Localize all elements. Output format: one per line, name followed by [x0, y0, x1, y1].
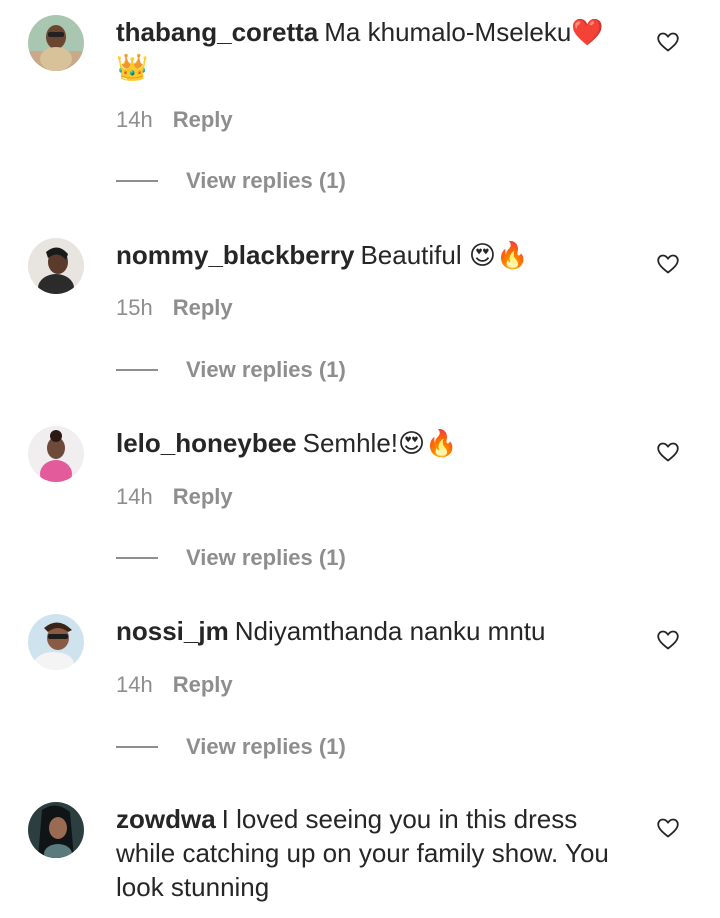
divider: [116, 369, 158, 371]
comment-text: lelo_honeybee Semhle!😍🔥: [116, 426, 636, 461]
reply-button[interactable]: Reply: [173, 484, 233, 509]
comment-message: Ndiyamthanda nanku mntu: [234, 616, 546, 646]
heart-emoji: ❤️: [571, 18, 604, 48]
avatar[interactable]: [28, 15, 84, 71]
view-replies-button[interactable]: View replies (1): [116, 734, 346, 760]
comment-body: lelo_honeybee Semhle!😍🔥: [116, 426, 636, 461]
comment-username[interactable]: nommy_blackberry: [116, 240, 354, 270]
comment-username[interactable]: nossi_jm: [116, 616, 229, 646]
heart-outline-icon[interactable]: [656, 628, 680, 652]
heart-eyes-fire-emoji: 😍🔥: [468, 241, 529, 271]
comment-text: nommy_blackberry Beautiful 😍🔥: [116, 238, 636, 273]
comment-body: nossi_jm Ndiyamthanda nanku mntu: [116, 614, 636, 648]
comment-username[interactable]: lelo_honeybee: [116, 428, 297, 458]
view-replies-button[interactable]: View replies (1): [116, 357, 346, 383]
reply-button[interactable]: Reply: [173, 107, 233, 132]
view-replies-label: View replies (1): [186, 357, 346, 382]
divider: [116, 746, 158, 748]
heart-outline-icon[interactable]: [656, 30, 680, 54]
view-replies-label: View replies (1): [186, 545, 346, 570]
comment-meta: 14h Reply: [116, 484, 233, 510]
comment-time: 14h: [116, 484, 153, 509]
reply-button[interactable]: Reply: [173, 295, 233, 320]
comment-time: 14h: [116, 672, 153, 697]
avatar[interactable]: [28, 426, 84, 482]
avatar[interactable]: [28, 802, 84, 858]
comment-body: zowdwa I loved seeing you in this dress w…: [116, 802, 636, 904]
comment-text: nossi_jm Ndiyamthanda nanku mntu: [116, 614, 636, 648]
comment-meta: 15h Reply: [116, 295, 233, 321]
view-replies-label: View replies (1): [186, 734, 346, 759]
comment-message: Beautiful: [360, 240, 462, 270]
view-replies-label: View replies (1): [186, 168, 346, 193]
comment-message: Semhle!: [302, 428, 399, 458]
avatar[interactable]: [28, 614, 84, 670]
divider: [116, 180, 158, 182]
view-replies-button[interactable]: View replies (1): [116, 168, 346, 194]
heart-outline-icon[interactable]: [656, 816, 680, 840]
comment-username[interactable]: thabang_coretta: [116, 17, 318, 47]
comment-body: nommy_blackberry Beautiful 😍🔥: [116, 238, 636, 273]
comment-username[interactable]: zowdwa: [116, 804, 216, 834]
reply-button[interactable]: Reply: [173, 672, 233, 697]
comment-meta: 14h Reply: [116, 672, 233, 698]
comment-meta: 14h Reply: [116, 107, 233, 133]
heart-outline-icon[interactable]: [656, 252, 680, 276]
comment-time: 14h: [116, 107, 153, 132]
comment-text: zowdwa I loved seeing you in this dress w…: [116, 802, 636, 904]
view-replies-button[interactable]: View replies (1): [116, 545, 346, 571]
comment-body: thabang_coretta Ma khumalo-Mseleku❤️ 👑: [116, 15, 636, 85]
comment-message: Ma khumalo-Mseleku: [324, 17, 572, 47]
comment-text: thabang_coretta Ma khumalo-Mseleku❤️ 👑: [116, 15, 636, 85]
crown-emoji: 👑: [116, 53, 149, 83]
heart-eyes-fire-emoji: 😍🔥: [398, 429, 458, 459]
heart-outline-icon[interactable]: [656, 440, 680, 464]
comment-time: 15h: [116, 295, 153, 320]
avatar[interactable]: [28, 238, 84, 294]
divider: [116, 557, 158, 559]
